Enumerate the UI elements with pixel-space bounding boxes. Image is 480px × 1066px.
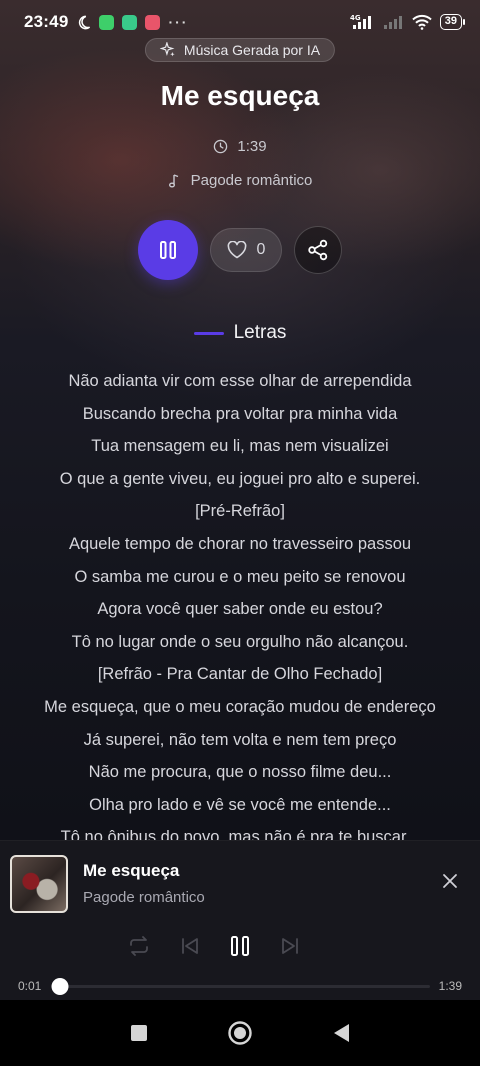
share-icon [308,239,328,261]
lyric-line: Tô no ônibus do povo, mas não é pra te b… [60,828,420,840]
song-duration: 1:39 [0,138,480,155]
system-nav-bar [0,1000,480,1066]
lyric-line: O samba me curou e o meu peito se renovo… [74,567,406,586]
skip-next-icon[interactable] [279,936,301,956]
moon-icon [79,15,91,29]
recents-icon[interactable] [129,1023,149,1043]
current-time: 0:01 [18,979,42,993]
lyric-section-label: [Pré-Refrão] [195,502,285,521]
more-notifications-icon: ··· [168,14,189,30]
back-icon[interactable] [331,1022,351,1044]
signal-weak-icon [383,16,402,29]
ai-badge-label: Música Gerada por IA [183,42,321,58]
lyric-line: Tô no lugar onde o seu orgulho não alcan… [71,632,409,651]
signal-icon: 4G [350,14,371,29]
pause-icon [159,241,176,259]
sparkle-icon [159,42,175,57]
total-time: 1:39 [438,979,462,993]
share-button[interactable] [294,226,343,274]
lyric-line: Agora você quer saber onde eu estou? [97,600,383,619]
pause-button[interactable] [137,220,198,280]
lyric-line: Não adianta vir com esse olhar de arrepe… [68,372,412,390]
lyric-line: Me esqueça, que o meu coração mudou de e… [44,697,436,716]
song-genre: Pagode romântico [0,172,480,189]
player-controls [0,935,480,957]
lyrics-header: Letras [0,322,480,344]
action-bar: 0 [0,220,480,280]
lyric-line: Olha pro lado e vê se você me entende... [89,795,391,814]
lyrics-accent-bar [193,331,224,335]
heart-icon [227,241,246,259]
song-title: Me esqueça [160,80,320,111]
progress-bar: 0:01 1:39 [0,977,480,995]
progress-track[interactable] [51,978,430,995]
progress-thumb[interactable] [51,978,69,995]
genre-text: Pagode romântico [190,172,313,189]
skip-previous-icon[interactable] [179,936,201,956]
lyrics-title: Letras [233,322,287,343]
home-icon[interactable] [227,1020,253,1046]
mini-player: Me esqueça Pagode romântico 0:01 1:39 [0,840,480,1000]
clock-icon [214,139,228,154]
battery-indicator: 39 [439,14,466,30]
svg-text:4G: 4G [350,14,361,22]
lyric-line: Não me procura, que o nosso filme deu... [88,763,392,782]
close-icon [443,874,457,888]
lyric-line: Tua mensagem eu li, mas nem visualizei [91,437,389,456]
lyric-line: Buscando brecha pra voltar pra minha vid… [82,404,398,423]
lyrics-list[interactable]: Não adianta vir com esse olhar de arrepe… [0,365,480,840]
like-button[interactable]: 0 [209,228,283,272]
music-note-icon [168,173,178,187]
ai-generated-badge: Música Gerada por IA [144,38,336,62]
player-pause-icon[interactable] [229,935,251,957]
player-subtitle: Pagode romântico [83,889,205,906]
chat-app-icon [99,14,115,30]
red-app-icon [145,14,161,30]
player-title[interactable]: Me esqueça [83,861,179,881]
like-count: 0 [256,241,266,258]
status-time: 23:49 [24,12,69,31]
lyric-section-label: [Refrão - Pra Cantar de Olho Fechado] [97,665,383,684]
wifi-icon [412,14,432,30]
lyric-line: O que a gente viveu, eu joguei pro alto … [59,469,421,488]
lyric-line: Aquele tempo de chorar no travesseiro pa… [68,534,412,553]
album-cover[interactable] [10,855,68,913]
repeat-icon[interactable] [127,936,151,956]
duration-text: 1:39 [237,138,267,155]
lyric-line: Já superei, não tem volta e nem tem preç… [83,730,397,749]
close-player-button[interactable] [442,873,458,894]
shield-app-icon [122,14,138,30]
